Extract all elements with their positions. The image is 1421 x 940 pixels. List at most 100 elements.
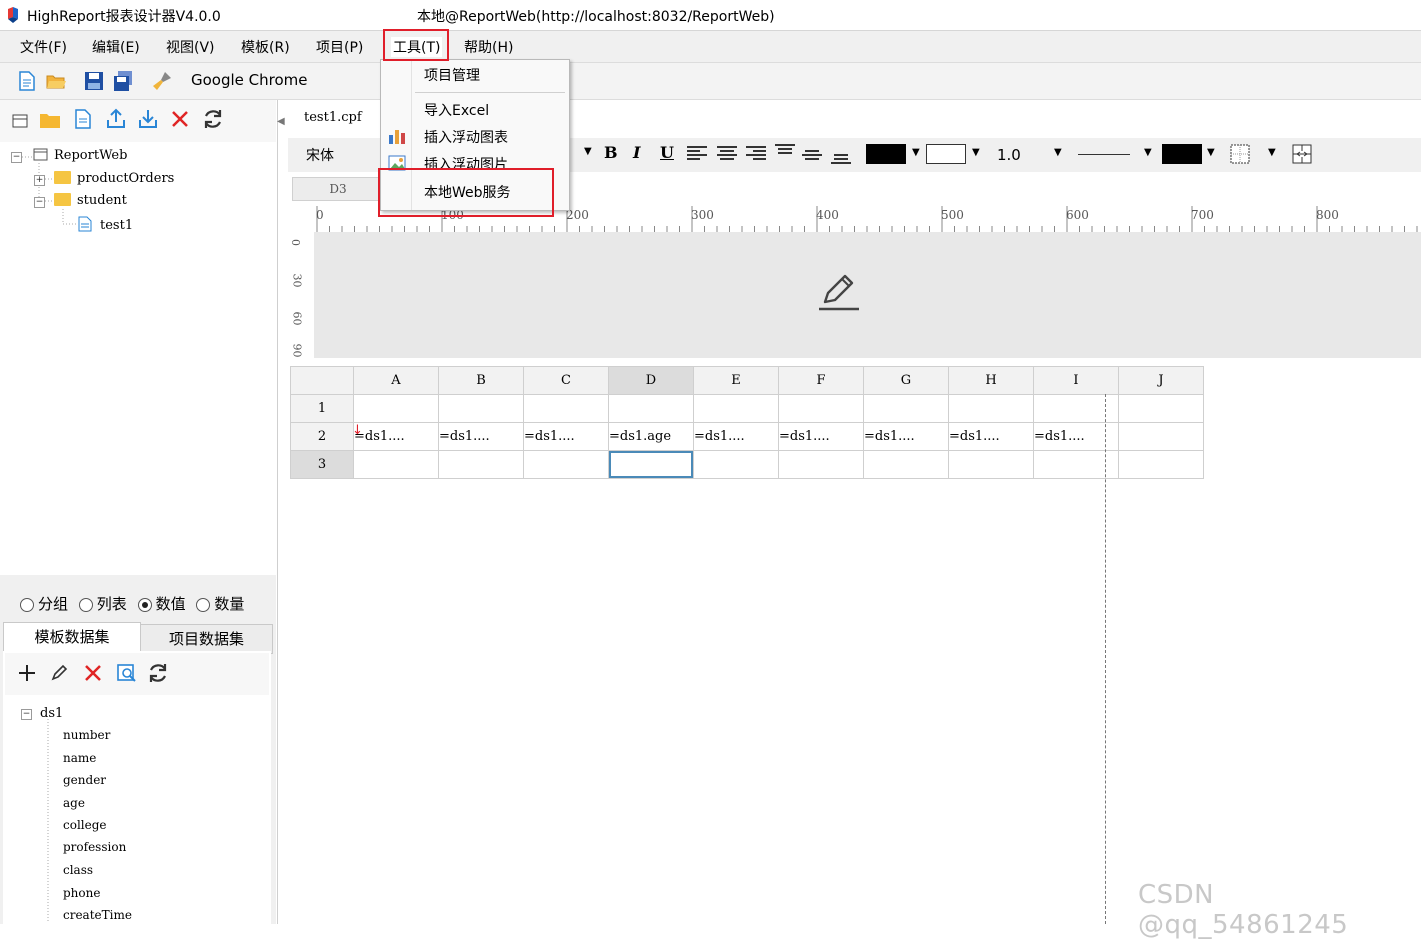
bold-icon[interactable]: B (604, 143, 618, 162)
border-dropdown-icon[interactable]: ▼ (1268, 147, 1276, 158)
radio-count[interactable]: 数量 (196, 595, 244, 613)
row-header[interactable]: 1 (290, 394, 354, 423)
menu-item-import-excel[interactable]: 导入Excel (424, 100, 489, 120)
font-color-swatch[interactable] (866, 144, 906, 164)
cell[interactable] (778, 394, 864, 423)
cell[interactable] (693, 394, 779, 423)
row-header[interactable]: 2 (290, 422, 354, 451)
menu-item-insert-chart[interactable]: 插入浮动图表 (424, 127, 508, 147)
line-style-sample[interactable] (1078, 154, 1130, 155)
column-header[interactable]: G (863, 366, 949, 395)
menu-item-project-manage[interactable]: 项目管理 (424, 65, 480, 85)
cell[interactable] (778, 450, 864, 479)
column-header[interactable]: H (948, 366, 1034, 395)
preview-icon[interactable] (116, 662, 138, 684)
cell-c2[interactable]: =ds1.... (523, 422, 609, 451)
field-age[interactable]: age (63, 796, 85, 810)
tab-template-datasets[interactable]: 模板数据集 (3, 622, 141, 651)
delete-icon[interactable] (170, 109, 190, 129)
field-phone[interactable]: phone (63, 886, 100, 900)
cell-b2[interactable]: =ds1.... (438, 422, 524, 451)
border-color-swatch[interactable] (1162, 144, 1202, 164)
download-icon[interactable] (137, 108, 159, 130)
browser-select[interactable]: Google Chrome (191, 71, 308, 89)
project-icon[interactable] (11, 112, 29, 130)
edit-icon[interactable] (49, 663, 69, 683)
cell[interactable] (863, 394, 949, 423)
cell-j2[interactable] (1118, 422, 1204, 451)
field-name[interactable]: name (63, 751, 96, 765)
cell[interactable] (693, 450, 779, 479)
expand-toggle-ds1[interactable]: − (21, 709, 32, 720)
open-folder-icon[interactable] (45, 70, 67, 92)
line-width-select[interactable]: 1.0 (997, 146, 1021, 164)
menu-edit[interactable]: 编辑(E) (92, 37, 140, 57)
cell[interactable] (948, 450, 1034, 479)
add-folder-icon[interactable] (39, 110, 61, 130)
cell[interactable] (523, 394, 609, 423)
font-select[interactable]: 宋体 (306, 145, 334, 165)
valign-bottom-icon[interactable] (830, 150, 852, 168)
cell-f2[interactable]: =ds1.... (778, 422, 864, 451)
column-header[interactable]: F (778, 366, 864, 395)
font-color-dropdown-icon[interactable]: ▼ (912, 147, 920, 158)
radio-button[interactable] (196, 598, 211, 612)
radio-button-selected[interactable] (137, 598, 152, 612)
cell-ref-input[interactable]: D3 (292, 177, 384, 201)
field-profession[interactable]: profession (63, 840, 126, 854)
add-file-icon[interactable] (73, 108, 93, 130)
radio-value[interactable]: 数值 (137, 595, 186, 613)
italic-icon[interactable]: I (633, 143, 640, 162)
field-college[interactable]: college (63, 818, 107, 832)
cell[interactable] (948, 394, 1034, 423)
cell[interactable] (353, 394, 439, 423)
font-size-dropdown-icon[interactable]: ▼ (584, 146, 592, 157)
radio-list[interactable]: 列表 (78, 595, 127, 613)
merge-cells-icon[interactable] (1291, 143, 1313, 165)
menu-view[interactable]: 视图(V) (166, 37, 215, 57)
cell-d2[interactable]: =ds1.age (608, 422, 694, 451)
clean-brush-icon[interactable] (151, 70, 173, 92)
fill-color-swatch[interactable] (926, 144, 966, 164)
line-width-dropdown-icon[interactable]: ▼ (1054, 147, 1062, 158)
field-gender[interactable]: gender (63, 773, 106, 787)
column-header[interactable]: I (1033, 366, 1119, 395)
collapse-arrow-icon[interactable]: ◀ (277, 116, 285, 127)
cell[interactable] (438, 450, 524, 479)
radio-button[interactable] (78, 598, 93, 612)
refresh-icon[interactable] (201, 107, 225, 131)
cell[interactable] (353, 450, 439, 479)
document-tab[interactable]: test1.cpf (288, 100, 380, 138)
align-left-icon[interactable] (686, 145, 708, 163)
field-number[interactable]: number (63, 728, 110, 742)
field-createtime[interactable]: createTime (63, 908, 132, 922)
cell[interactable] (438, 394, 524, 423)
line-style-dropdown-icon[interactable]: ▼ (1144, 147, 1152, 158)
border-color-dropdown-icon[interactable]: ▼ (1207, 147, 1215, 158)
cell[interactable] (1118, 450, 1204, 479)
row-header-selected[interactable]: 3 (290, 450, 354, 479)
delete-icon[interactable] (83, 663, 103, 683)
corner-header[interactable] (290, 366, 354, 395)
menu-file[interactable]: 文件(F) (20, 37, 67, 57)
cell-d3-selected[interactable] (608, 450, 694, 479)
pencil-edit-icon[interactable] (817, 272, 861, 312)
dataset-node-ds1[interactable]: ds1 (40, 706, 63, 721)
cell[interactable] (608, 394, 694, 423)
menu-item-insert-image[interactable]: 插入浮动图片 (424, 154, 508, 169)
tab-project-datasets[interactable]: 项目数据集 (140, 624, 273, 654)
expand-toggle-student[interactable]: − (34, 197, 45, 208)
tree-node-test1[interactable]: test1 (78, 216, 133, 233)
menu-template[interactable]: 模板(R) (241, 37, 290, 57)
expand-toggle-root[interactable]: − (11, 152, 22, 163)
column-header[interactable]: C (523, 366, 609, 395)
new-file-icon[interactable] (16, 70, 38, 92)
cell[interactable] (863, 450, 949, 479)
menu-help[interactable]: 帮助(H) (464, 37, 513, 57)
upload-icon[interactable] (105, 108, 127, 130)
cell-g2[interactable]: =ds1.... (863, 422, 949, 451)
valign-top-icon[interactable] (774, 143, 796, 161)
menu-project[interactable]: 项目(P) (316, 37, 363, 57)
underline-icon[interactable]: U (660, 143, 674, 162)
tree-node-productorders[interactable]: productOrders (54, 171, 174, 186)
